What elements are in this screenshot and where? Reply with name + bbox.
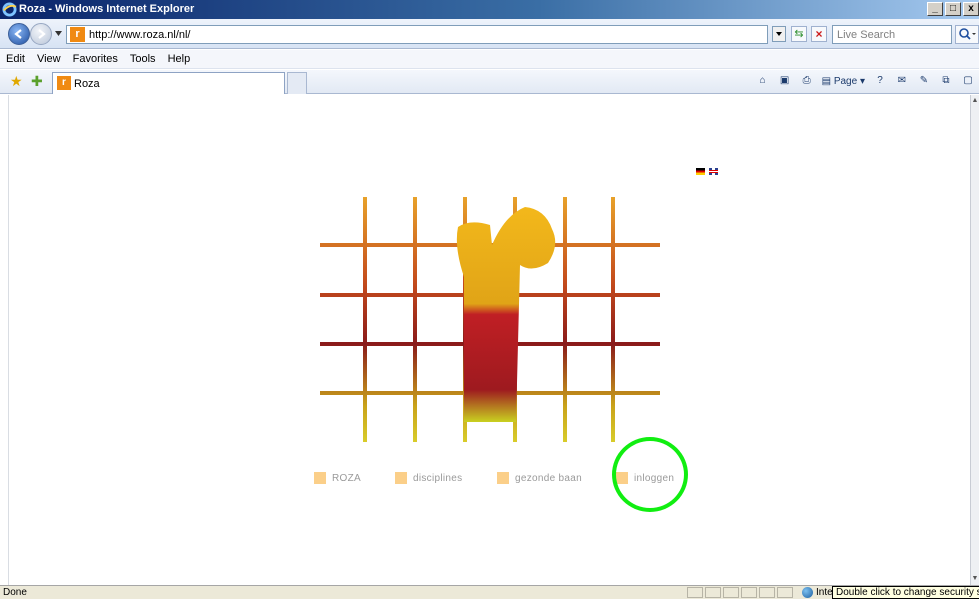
internet-zone-globe-icon[interactable] [802,587,813,598]
command-bar: ★ ✚ r Roza ⌂ ▣ ⎙ ▤ Page ▾ ? ✉ ✎ ⧉ ▢ [0,70,979,94]
menu-item-favorites[interactable]: Favorites [73,53,118,65]
status-cell [687,587,703,598]
page-left-border [0,95,9,585]
menu-item-view[interactable]: View [37,53,61,65]
mail-icon[interactable]: ✉ [895,74,909,88]
new-tab-button[interactable] [287,72,307,94]
help-icon[interactable]: ? [873,74,887,88]
status-text: Done [3,587,27,598]
refresh-button[interactable]: ⇆ [791,26,807,42]
chevron-down-icon [776,32,782,36]
security-tooltip: Double click to change security settings [832,586,979,599]
page-icon: ▤ [821,75,832,87]
close-button[interactable]: x [963,2,979,16]
menu-bar: Edit View Favorites Tools Help [0,50,979,69]
clipboard-icon[interactable]: ▢ [961,74,975,88]
title-bar: Roza - Windows Internet Explorer _ □ x [0,0,979,19]
favorites-center-icon[interactable]: ★ [10,74,23,88]
tab-favicon-icon: r [57,76,71,90]
scroll-down-icon[interactable]: ▼ [971,575,979,583]
search-input[interactable]: Live Search [832,25,952,44]
security-zone-label[interactable]: Inte [816,587,833,598]
ie-logo-icon [2,2,17,17]
nav-item-disciplines[interactable]: disciplines [395,470,462,486]
stop-button[interactable]: × [811,26,827,42]
url-text: http://www.roza.nl/nl/ [89,29,191,41]
feeds-icon[interactable]: ▣ [778,74,792,88]
window-title: Roza - Windows Internet Explorer [19,3,195,15]
menu-item-edit[interactable]: Edit [6,53,25,65]
german-flag-icon[interactable] [696,168,705,175]
command-tools: ⌂ ▣ ⎙ ▤ Page ▾ ? ✉ ✎ ⧉ ▢ [756,74,975,88]
tab-roza[interactable]: r Roza [52,72,285,94]
history-dropdown-icon[interactable] [55,31,62,37]
address-bar: r http://www.roza.nl/nl/ ⇆ × Live Search [0,19,979,49]
search-button[interactable] [955,25,979,44]
add-favorite-icon[interactable]: ✚ [31,74,43,88]
search-icon [959,28,976,40]
nav-label: gezonde baan [515,472,582,484]
language-selector [696,168,718,175]
minimize-button[interactable]: _ [927,2,943,16]
status-cell [777,587,793,598]
back-button[interactable] [8,23,30,45]
home-icon[interactable]: ⌂ [756,74,770,88]
nav-bullet-icon [395,472,407,484]
status-cell [759,587,775,598]
forward-arrow-icon [38,29,46,39]
research-icon[interactable]: ✎ [917,74,931,88]
scroll-up-icon[interactable]: ▲ [971,97,979,105]
nav-label: disciplines [413,472,463,484]
nav-bullet-icon [314,472,326,484]
menu-item-tools[interactable]: Tools [130,53,156,65]
nav-label: ROZA [332,472,361,484]
url-dropdown-button[interactable] [772,26,786,42]
back-arrow-icon [14,29,22,39]
status-cell [741,587,757,598]
maximize-button[interactable]: □ [945,2,961,16]
roza-logo-grid [320,197,660,442]
nav-item-gezonde-baan[interactable]: gezonde baan [497,470,582,486]
site-favicon-icon: r [70,27,85,42]
page-menu-label: Page [833,75,858,87]
page-menu-button[interactable]: ▤ Page ▾ [822,76,865,87]
vertical-scrollbar[interactable]: ▲ ▼ [970,95,979,585]
forward-button[interactable] [30,23,52,45]
url-input[interactable]: r http://www.roza.nl/nl/ [66,25,768,44]
print-icon[interactable]: ⎙ [800,74,814,88]
nav-bullet-icon [497,472,509,484]
nav-item-roza[interactable]: ROZA [314,470,361,486]
highlight-circle [612,437,688,512]
search-placeholder: Live Search [837,29,896,41]
status-cell [705,587,721,598]
english-flag-icon[interactable] [709,168,718,175]
tab-label: Roza [74,78,100,90]
refresh-icon: ⇆ [794,28,804,40]
translate-icon[interactable]: ⧉ [939,74,953,88]
menu-item-help[interactable]: Help [168,53,191,65]
stop-icon: × [815,27,823,41]
status-cell [723,587,739,598]
